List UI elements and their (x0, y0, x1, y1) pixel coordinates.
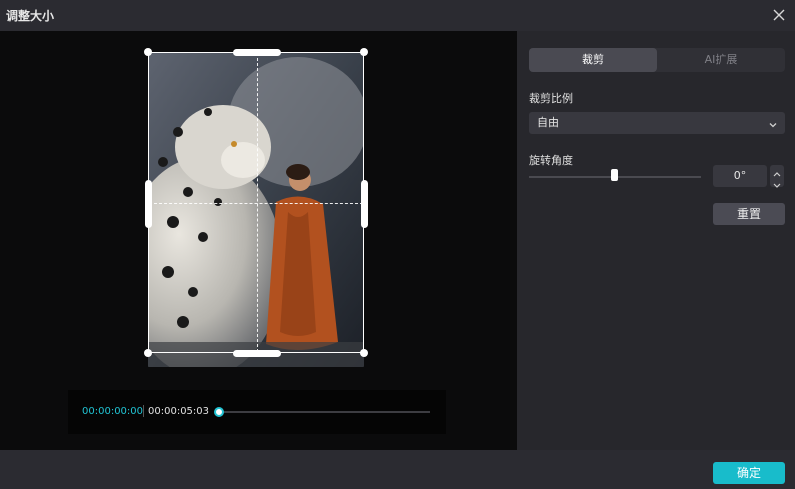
settings-panel: 裁剪 AI扩展 裁剪比例 自由 旋转角度 0° 重置 (517, 31, 795, 450)
close-icon[interactable] (772, 7, 786, 21)
crop-handle-bottom-left[interactable] (144, 349, 152, 357)
tab-ai-expand[interactable]: AI扩展 (657, 48, 785, 72)
crop-ratio-label: 裁剪比例 (529, 92, 573, 105)
scrub-track[interactable] (218, 411, 430, 413)
rotation-stepper (770, 165, 784, 188)
crop-handle-bottom-right[interactable] (360, 349, 368, 357)
mode-tabs: 裁剪 AI扩展 (529, 48, 785, 72)
playhead-knob[interactable] (214, 407, 224, 417)
tab-crop[interactable]: 裁剪 (529, 48, 657, 72)
duration-timecode: 00:00:05:03 (148, 406, 210, 417)
dialog-title: 调整大小 (6, 9, 55, 23)
reset-button[interactable]: 重置 (713, 203, 785, 225)
rotation-slider-handle[interactable] (611, 169, 618, 181)
crop-ratio-value: 自由 (537, 116, 559, 129)
timecode-divider (143, 405, 144, 417)
crop-handle-top-left[interactable] (144, 48, 152, 56)
crop-handle-bottom[interactable] (233, 350, 281, 357)
stepper-down-icon[interactable] (770, 176, 784, 188)
confirm-button[interactable]: 确定 (713, 462, 785, 484)
rotation-input[interactable]: 0° (713, 165, 767, 187)
current-timecode: 00:00:00:00 (82, 406, 144, 417)
rotation-label: 旋转角度 (529, 154, 573, 167)
crop-handle-top[interactable] (233, 49, 281, 56)
crop-handle-top-right[interactable] (360, 48, 368, 56)
crop-grid-horizontal (149, 203, 363, 204)
playback-bar: 00:00:00:00 00:00:05:03 (68, 390, 446, 434)
dialog-footer (0, 450, 795, 489)
title-bar: 调整大小 (0, 0, 795, 31)
crop-handle-left[interactable] (145, 180, 152, 228)
crop-ratio-select[interactable]: 自由 (529, 112, 785, 134)
stepper-up-icon[interactable] (770, 165, 784, 177)
chevron-down-icon (767, 117, 779, 129)
crop-handle-right[interactable] (361, 180, 368, 228)
crop-frame[interactable] (148, 52, 364, 353)
